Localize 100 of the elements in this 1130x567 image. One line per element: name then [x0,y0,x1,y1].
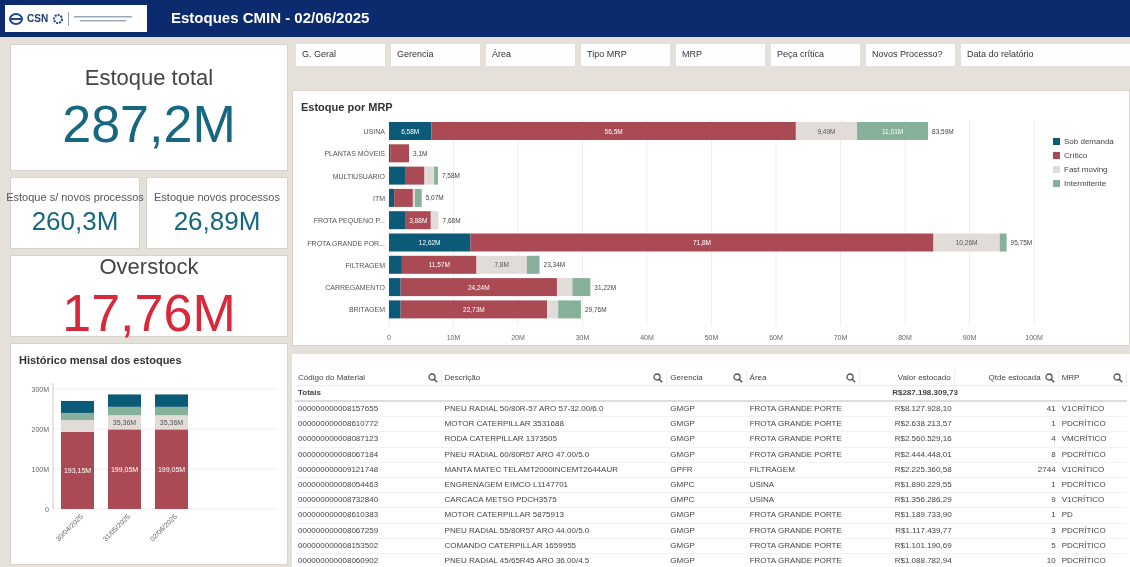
table-cell-text: FROTA GRANDE PORTE [748,539,843,552]
table-cell-text: GMGP [669,509,696,522]
table-cell-text: V1CRÍTICO [1060,494,1106,507]
search-icon[interactable] [653,372,664,383]
table-cell-text: PDCRÍTICO [1060,479,1107,492]
table-cell-text: 000000000008067259 [297,524,380,537]
table-cell-text: 1 [1050,418,1057,431]
logo-text: CSN [27,12,49,26]
table-cell-text: FROTA GRANDE PORTE [748,433,843,446]
filter-dropdown[interactable]: Tipo MRP [581,44,670,66]
table-cell-text: PDCRÍTICO [1060,554,1107,567]
legend-label: Sob demanda [1064,135,1114,148]
column-header: Descrição [444,371,481,384]
kpi-label: Estoque total [84,64,214,92]
table-cell-text: GMPC [669,479,696,492]
table-cell-text: R$1.189.733,90 [893,509,953,522]
table-cell-text: COMANDO CATERPILLAR 1659955 [443,539,578,552]
chart-title: Estoque por MRP [301,100,394,115]
table-cell-text: PD [1060,509,1074,522]
search-icon[interactable] [1044,372,1055,383]
table-cell-text: 000000000008610772 [297,418,380,431]
table-cell-text: 3 [1050,524,1057,537]
column-header: Gerencia [670,371,703,384]
kpi-label: Estoque novos processos [154,189,280,205]
table-cell-text: R$1.117.439,77 [894,524,953,537]
filter-dropdown[interactable]: Novos Processo? [866,44,955,66]
table-cell-text: VMCRÍTICO [1060,433,1108,446]
table-cell-text: 000000000008054463 [297,479,380,492]
table-cell-text: 000000000009121748 [297,463,380,476]
table-cell-text: FROTA GRANDE PORTE [748,403,843,416]
table-cell-text: RODA CATERPILLAR 1373505 [443,433,558,446]
table-cell-text: PDCRÍTICO [1060,418,1107,431]
legend-label: Crítico [1064,149,1088,162]
bar-segment [857,121,929,140]
table-cell-text: FILTRAGEM [748,463,796,476]
table-cell-text: MANTA MATEC TELAMT2000INCEMT2644AUR [443,463,619,476]
column-header: Qtde estocada [988,371,1041,384]
table-cell-text: 000000000008610383 [297,509,380,522]
table-cell-text: R$2.638.213,57 [893,418,953,431]
table-cell-text: GMGP [669,554,696,567]
filter-dropdown[interactable]: Área [486,44,575,66]
filter-dropdown[interactable]: G. Geral [296,44,385,66]
table-cell-text: R$8.127.928,10 [893,403,953,416]
table-cell-text: 41 [1045,403,1057,416]
table-cell-text: CARCACA METSO PDCH3575 [443,494,558,507]
table-cell-text: GMGP [669,433,696,446]
table-cell-text: GMGP [669,539,696,552]
table-cell-text: PNEU RADIAL 50/80R-57 ARO 57-32.00/6.0 [443,403,605,416]
totals-label: Totais [297,387,322,399]
totals-value: R$287.198.309,73 [891,387,959,399]
table-cell-text: FROTA GRANDE PORTE [748,418,843,431]
table-cell-text: FROTA GRANDE PORTE [748,509,843,522]
table-cell-text: 9 [1050,494,1057,507]
filter-dropdown[interactable]: Gerencia [391,44,480,66]
table-cell-text: 000000000008060902 [297,554,380,567]
table-cell-text: PNEU RADIAL 60/80R57 ARO 47.00/5.0 [443,448,591,461]
table-cell-text: R$1.890.229,55 [893,479,953,492]
logo-mark-icon [9,12,23,25]
table-cell-text: MOTOR CATERPILLAR 5875913 [443,509,565,522]
kpi-value: 26,89M [173,205,261,238]
table-cell-text: 000000000008732840 [297,494,380,507]
bar-segment [389,166,406,185]
table-cell-text: GPFR [669,463,694,476]
table-cell-text: FROTA GRANDE PORTE [748,448,843,461]
table-cell-text: 000000000008157655 [297,403,380,416]
kpi-label: Estoque s/ novos processos [6,189,144,205]
table-cell-text: GMPC [669,494,696,507]
table-cell-text: GMGP [669,448,696,461]
search-icon[interactable] [845,372,856,383]
filter-dropdown[interactable]: Data do relatório [961,44,1130,66]
table-cell-text: V1CRÍTICO [1060,403,1106,416]
column-header: Valor estocado [897,371,951,384]
kpi-value: 260,3M [31,205,119,238]
table-cell-text: 000000000008087123 [297,433,380,446]
legend-label: Intermitente [1064,177,1107,190]
table-cell-text: R$2.225.360,58 [893,463,953,476]
table-cell-text: FROTA GRANDE PORTE [748,524,843,537]
table-cell-text: GMGP [669,418,696,431]
table-cell-text: 10 [1045,554,1057,567]
table-cell-text: PDCRÍTICO [1060,448,1107,461]
table-cell-text: PDCRÍTICO [1060,524,1107,537]
table-cell-text: 1 [1050,509,1057,522]
table-cell-text: GMGP [669,403,696,416]
table-cell-text: GMGP [669,524,696,537]
search-icon[interactable] [732,372,743,383]
search-icon[interactable] [1113,372,1123,383]
table-cell-text: 5 [1050,539,1057,552]
table-cell-text: V1CRÍTICO [1060,463,1106,476]
search-icon[interactable] [427,372,438,383]
filter-dropdown[interactable]: Peça crítica [771,44,860,66]
filter-dropdown[interactable]: MRP [676,44,765,66]
table-cell-text: R$1.356.286,29 [893,494,953,507]
chart-title: Histórico mensal dos estoques [19,353,183,368]
table-cell-text: R$1.101.190,69 [893,539,953,552]
table-cell-text: 000000000008067184 [297,448,380,461]
column-header: Área [749,371,767,384]
table-cell-text: 2744 [1036,463,1057,476]
table-cell-text: 1 [1050,479,1057,492]
table-cell-text: USINA [748,479,776,492]
bar-segment [572,277,591,296]
